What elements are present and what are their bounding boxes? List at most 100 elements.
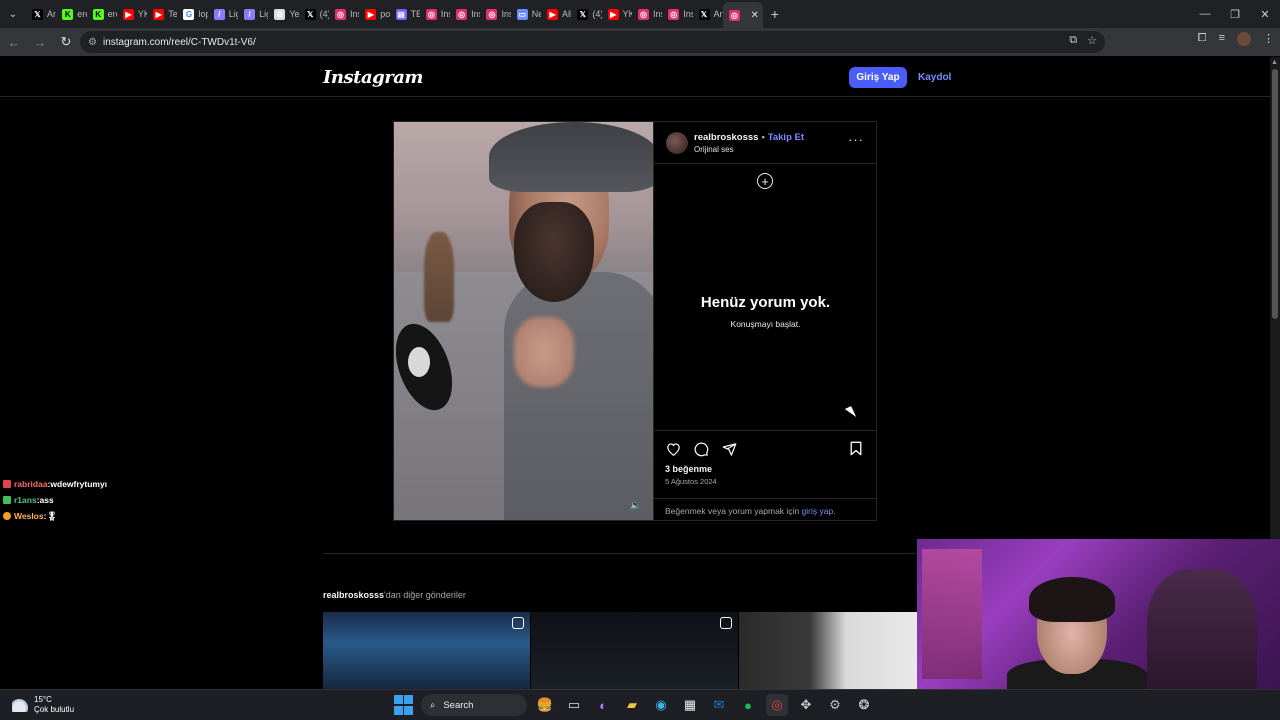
login-button[interactable]: Giriş Yap	[849, 67, 907, 88]
post-thumbnail[interactable]	[323, 612, 530, 689]
bookmark-star-icon[interactable]: ☆	[1087, 34, 1097, 47]
webcam-chair	[1147, 569, 1257, 689]
browser-tab[interactable]: 𝕏Ana	[26, 3, 56, 25]
address-bar[interactable]: ⚙ instagram.com/reel/C-TWDv1t-V6/ ⧉ ☆	[80, 31, 1105, 53]
back-icon[interactable]: ←	[2, 30, 26, 54]
reel-video[interactable]: 🔈	[394, 122, 653, 520]
author-avatar[interactable]	[666, 132, 688, 154]
tab-label: Inst	[349, 9, 359, 19]
reload-icon[interactable]: ↻	[54, 30, 78, 54]
browser-tab[interactable]: ▤TER	[390, 3, 420, 25]
more-options-icon[interactable]: ···	[848, 132, 864, 147]
signup-link[interactable]: Kaydol	[918, 72, 951, 83]
chat-badge-icon	[3, 480, 11, 488]
chat-username: r1ans	[14, 495, 37, 505]
browser-tab-active[interactable]: ◎ ✕	[722, 2, 763, 28]
browser-tab[interactable]: /Ligh	[238, 3, 268, 25]
tab-label: Alb	[562, 9, 571, 19]
audio-label[interactable]: Orijinal ses	[694, 145, 734, 154]
browser-tab[interactable]: ✿Yen	[268, 3, 299, 25]
profile-avatar[interactable]	[1237, 32, 1251, 46]
media-controls-icon[interactable]: ≡	[1219, 32, 1225, 46]
browser-tab[interactable]: ◎Inst	[480, 3, 511, 25]
browser-tab[interactable]: /Ligh	[208, 3, 238, 25]
browser-tab[interactable]: ◎Inst	[329, 3, 359, 25]
scroll-up-icon[interactable]: ▲	[1271, 59, 1278, 66]
share-icon[interactable]	[721, 441, 737, 457]
instagram-header: Instagram Giriş Yap Kaydol	[0, 57, 1270, 97]
chat-badge-icon	[3, 512, 11, 520]
copilot-icon[interactable]: ◐	[592, 694, 614, 716]
restore-icon[interactable]: ❐	[1220, 0, 1250, 28]
minimize-icon[interactable]: —	[1190, 0, 1220, 28]
browser-tab[interactable]: ▶poğ	[359, 3, 390, 25]
browser-tab[interactable]: Glopr	[177, 3, 208, 25]
save-bookmark-icon[interactable]	[849, 441, 865, 457]
store-icon[interactable]: ▦	[679, 694, 701, 716]
follow-button[interactable]: Takip Et	[768, 132, 804, 143]
login-prompt-link[interactable]: giriş yap	[802, 506, 834, 516]
temperature: 15°C	[34, 695, 52, 704]
more-posts-title: realbroskosss'dan diğer gönderiler	[323, 590, 466, 600]
chat-text: 🎖	[46, 510, 58, 521]
add-comment-icon[interactable]: +	[757, 173, 773, 189]
chat-message: rabridaa : wdewfrytumyı	[3, 476, 107, 492]
forward-icon[interactable]: →	[28, 30, 52, 54]
post-thumbnail[interactable]	[739, 612, 917, 689]
taskbar-search[interactable]: ⌕ Search	[421, 694, 527, 716]
outlook-icon[interactable]: ✉	[708, 694, 730, 716]
post-header: realbroskosss • Takip Et Orijinal ses ···	[654, 122, 876, 164]
extensions-icon[interactable]: ⧠	[1198, 32, 1207, 46]
browser-tab[interactable]: ◎Inst	[632, 3, 662, 25]
browser-tab[interactable]: ▶YKK	[117, 3, 147, 25]
tab-search-icon[interactable]: ⌄	[0, 0, 26, 28]
youtube-icon: ▶	[365, 8, 377, 20]
close-tab-icon[interactable]: ✕	[750, 10, 758, 21]
browser-tab[interactable]: ◎Inst	[450, 3, 480, 25]
tab-label: Ana	[713, 9, 723, 19]
comment-icon[interactable]	[693, 441, 709, 457]
steam-icon[interactable]: ❂	[853, 694, 875, 716]
widgets-icon[interactable]: 🍔	[534, 694, 556, 716]
like-heart-icon[interactable]	[665, 441, 681, 457]
browser-tab[interactable]: 𝕏Ana	[693, 3, 723, 25]
chrome-icon[interactable]: ◎	[766, 694, 788, 716]
weather-condition: Çok bulutlu	[34, 705, 75, 714]
spotify-icon[interactable]: ●	[737, 694, 759, 716]
author-username[interactable]: realbroskosss	[694, 132, 758, 143]
browser-tab[interactable]: Keren	[87, 3, 117, 25]
close-window-icon[interactable]: ✕	[1250, 0, 1280, 28]
browser-tab[interactable]: Keren	[56, 3, 87, 25]
edge-icon[interactable]: ◉	[650, 694, 672, 716]
browser-menu-icon[interactable]: ⋮	[1263, 32, 1274, 46]
scrollbar-thumb[interactable]	[1272, 69, 1278, 319]
browser-tab[interactable]: ▭Nea	[511, 3, 541, 25]
app-icon[interactable]: ✥	[795, 694, 817, 716]
browser-tab[interactable]: ▶Alb	[541, 3, 571, 25]
browser-tab[interactable]: ◎Inst	[662, 3, 693, 25]
instagram-logo[interactable]: Instagram	[323, 67, 423, 88]
feather-icon: /	[213, 8, 225, 20]
post-thumbnail[interactable]	[531, 612, 738, 689]
youtube-icon: ▶	[547, 8, 559, 20]
browser-tab[interactable]: ▶Teo	[147, 3, 177, 25]
screen: ⌄ 𝕏AnaKerenKeren▶YKK▶TeoGlopr/Ligh/Ligh✿…	[0, 0, 1280, 720]
settings-icon[interactable]: ⚙	[824, 694, 846, 716]
browser-tab[interactable]: ▶YKK	[602, 3, 632, 25]
login-prompt-text: Beğenmek veya yorum yapmak için	[665, 506, 802, 516]
tabs: 𝕏AnaKerenKeren▶YKK▶TeoGlopr/Ligh/Ligh✿Ye…	[26, 0, 763, 28]
browser-tab[interactable]: 𝕏(4)	[571, 3, 602, 25]
weather-widget[interactable]: 15°C Çok bulutlu	[12, 695, 74, 715]
site-info-icon[interactable]: ⚙	[88, 37, 97, 48]
more-posts-username[interactable]: realbroskosss	[323, 590, 384, 600]
task-view-icon[interactable]: ▭	[563, 694, 585, 716]
sound-icon[interactable]: 🔈	[630, 500, 641, 511]
new-tab-icon[interactable]: +	[763, 6, 787, 22]
likes-count[interactable]: 3 beğenme	[665, 464, 712, 474]
windows-start-icon[interactable]	[394, 695, 414, 715]
file-explorer-icon[interactable]: ▰	[621, 694, 643, 716]
x-icon: 𝕏	[577, 8, 589, 20]
browser-tab[interactable]: ◎Inst	[420, 3, 450, 25]
browser-tab[interactable]: 𝕏(4)	[299, 3, 329, 25]
install-app-icon[interactable]: ⧉	[1069, 34, 1077, 47]
